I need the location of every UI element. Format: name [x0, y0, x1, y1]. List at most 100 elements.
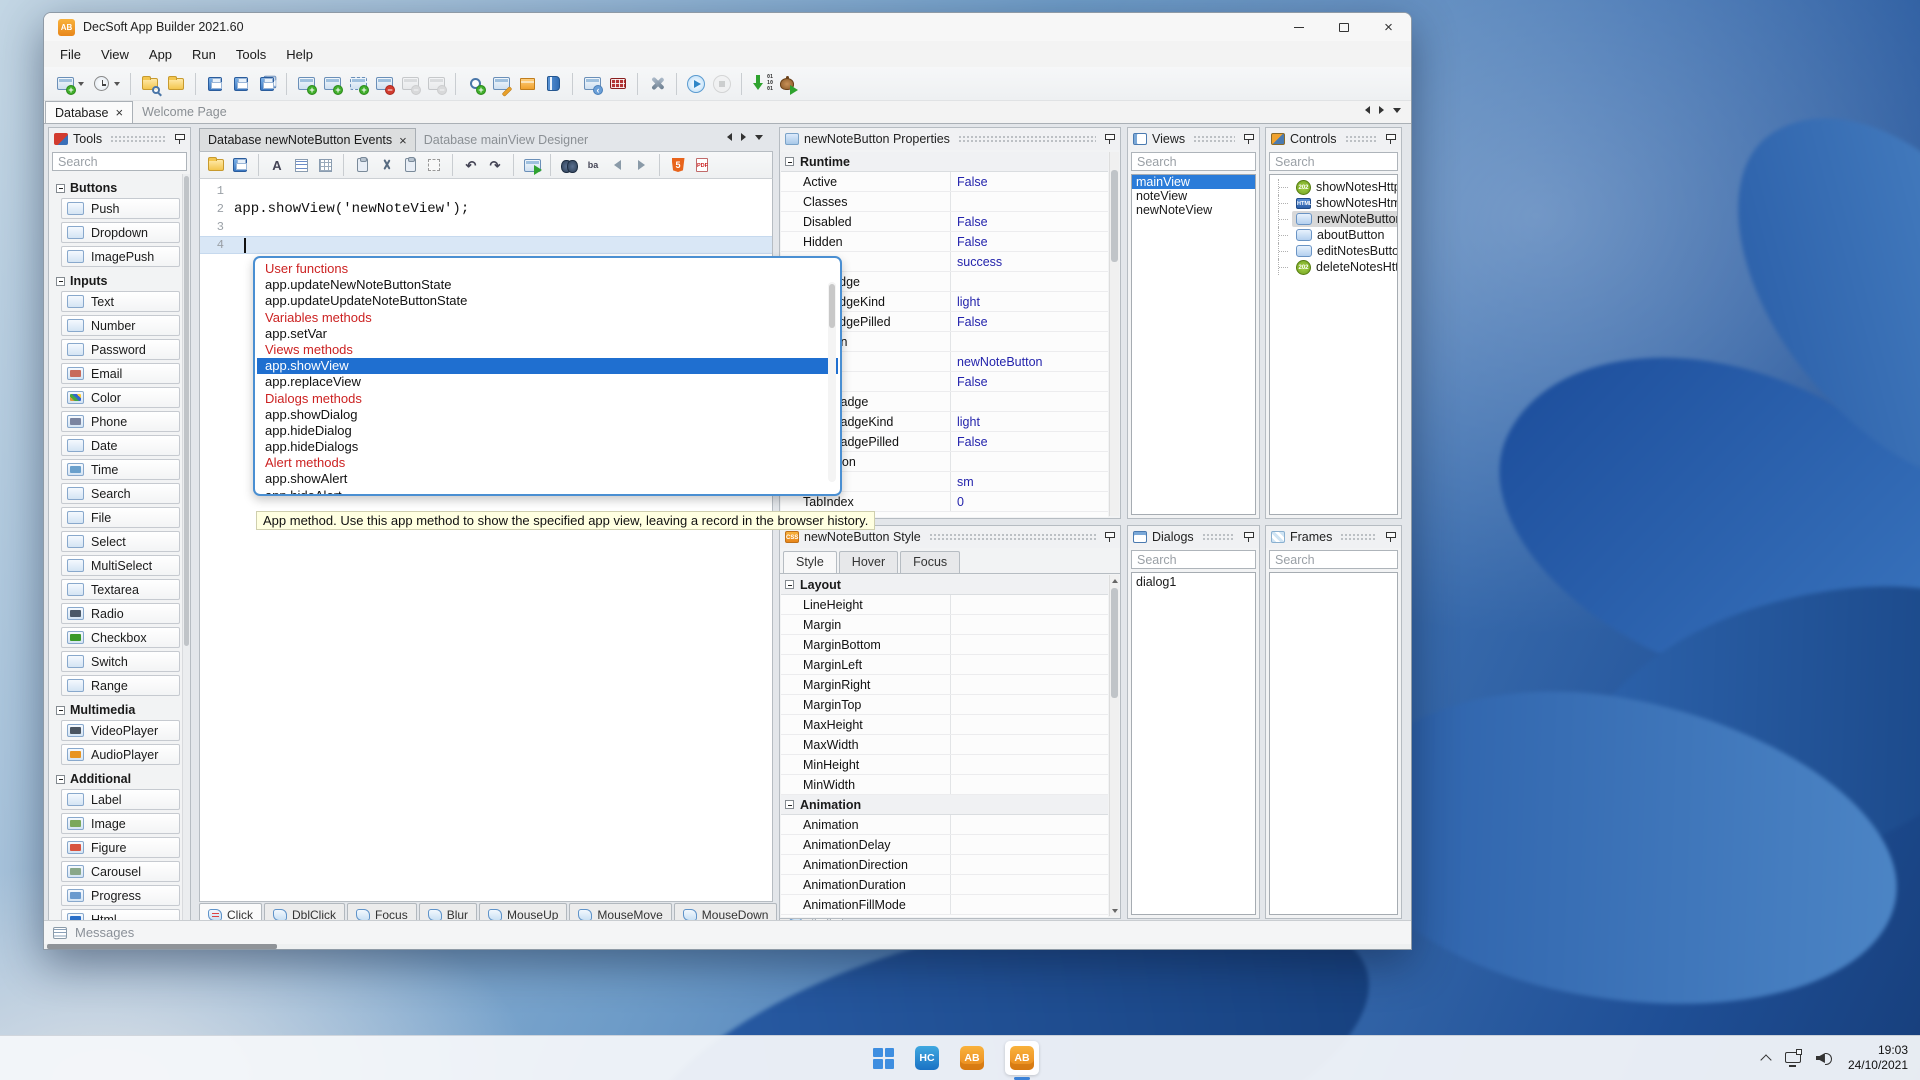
run-app-button[interactable]	[683, 72, 709, 96]
control-aboutbutton[interactable]: aboutButton	[1270, 227, 1397, 243]
control-shownoteshtml[interactable]: HTML showNotesHtml	[1270, 195, 1397, 211]
style-value[interactable]	[950, 655, 1108, 674]
tools-section-additional[interactable]: Additional	[56, 772, 180, 786]
tabs-scroll-right-icon[interactable]	[741, 133, 746, 141]
tools-scrollbar[interactable]	[182, 174, 190, 921]
style-value[interactable]	[950, 775, 1108, 794]
tool-progress[interactable]: Progress	[61, 885, 180, 906]
tool-email[interactable]: Email	[61, 363, 180, 384]
tool-color[interactable]: Color	[61, 387, 180, 408]
tool-imagepush[interactable]: ImagePush	[61, 246, 180, 267]
help-book-button[interactable]	[540, 72, 566, 96]
property-value[interactable]: newNoteButton	[950, 352, 1108, 371]
close-tab-icon[interactable]: ×	[399, 134, 407, 147]
editor-tab-database-mainview-designer[interactable]: Database mainView Designer	[416, 128, 596, 151]
tool-dropdown[interactable]: Dropdown	[61, 222, 180, 243]
property-value[interactable]: False	[950, 432, 1108, 451]
menu-view[interactable]: View	[91, 44, 139, 65]
controls-panel-header[interactable]: Controls	[1266, 128, 1401, 150]
recent-projects-button[interactable]	[88, 72, 114, 96]
autocomplete-item-app-hidedialogs[interactable]: app.hideDialogs	[257, 439, 838, 455]
collapse-icon[interactable]	[56, 183, 65, 193]
compile-app-button[interactable]: 01 10 01	[748, 72, 774, 96]
maximize-button[interactable]	[1321, 13, 1366, 41]
style-value[interactable]	[950, 815, 1108, 834]
scrollbar-thumb[interactable]	[1111, 170, 1118, 262]
menu-file[interactable]: File	[50, 44, 91, 65]
paste-special-button[interactable]	[350, 154, 374, 176]
collapse-icon[interactable]	[56, 774, 65, 784]
code-line-1[interactable]: 1	[200, 182, 772, 200]
bookmarks-button[interactable]	[289, 154, 313, 176]
property-value[interactable]	[950, 392, 1108, 411]
tool-videoplayer[interactable]: VideoPlayer	[61, 720, 180, 741]
style-value[interactable]	[950, 615, 1108, 634]
style-scrollbar[interactable]	[1109, 575, 1119, 916]
tool-image[interactable]: Image	[61, 813, 180, 834]
property-value[interactable]: False	[950, 212, 1108, 231]
scrollbar-thumb[interactable]	[47, 944, 277, 949]
horizontal-scrollbar[interactable]	[44, 944, 1411, 949]
style-value[interactable]	[950, 855, 1108, 874]
property-value[interactable]: False	[950, 372, 1108, 391]
autocomplete-item-app-updateupdatenotebuttonstate[interactable]: app.updateUpdateNoteButtonState	[257, 293, 838, 309]
close-tab-icon[interactable]: ×	[116, 106, 124, 119]
new-resource-button[interactable]: +	[462, 72, 488, 96]
style-row-animationdirection[interactable]: AnimationDirection	[781, 855, 1108, 875]
save-all-button[interactable]	[254, 72, 280, 96]
undo-button[interactable]: ↶	[459, 154, 483, 176]
find-button[interactable]	[557, 154, 581, 176]
find-previous-button[interactable]	[605, 154, 629, 176]
style-value[interactable]	[950, 715, 1108, 734]
edit-resource-button[interactable]	[488, 72, 514, 96]
view-newnoteview[interactable]: newNoteView	[1132, 203, 1255, 217]
pin-icon[interactable]	[174, 133, 185, 145]
tool-checkbox[interactable]: Checkbox	[61, 627, 180, 648]
tool-textarea[interactable]: Textarea	[61, 579, 180, 600]
new-project-dropdown-caret[interactable]	[78, 81, 84, 86]
style-row-animationdelay[interactable]: AnimationDelay	[781, 835, 1108, 855]
editor-tab-database-newnotebutton-events[interactable]: Database newNoteButton Events ×	[199, 128, 416, 151]
scrollbar-thumb[interactable]	[1111, 588, 1118, 698]
collapse-icon[interactable]	[785, 580, 794, 589]
scroll-up-button[interactable]	[1110, 575, 1119, 586]
tool-password[interactable]: Password	[61, 339, 180, 360]
style-row-minheight[interactable]: MinHeight	[781, 755, 1108, 775]
tool-phone[interactable]: Phone	[61, 411, 180, 432]
views-panel-header[interactable]: Views	[1128, 128, 1259, 150]
properties-scrollbar[interactable]	[1109, 152, 1119, 516]
recent-projects-dropdown-caret[interactable]	[114, 81, 120, 86]
replace-button[interactable]: ba	[581, 154, 605, 176]
controls-search-input[interactable]	[1269, 152, 1398, 171]
property-value[interactable]: success	[950, 252, 1108, 271]
tool-search[interactable]: Search	[61, 483, 180, 504]
project-files-button[interactable]	[163, 72, 189, 96]
style-row-marginright[interactable]: MarginRight	[781, 675, 1108, 695]
autocomplete-item-app-updatenewnotebuttonstate[interactable]: app.updateNewNoteButtonState	[257, 277, 838, 293]
delete-view-button[interactable]: −	[371, 72, 397, 96]
style-tab-hover[interactable]: Hover	[838, 551, 899, 573]
style-tab-style[interactable]: Style	[783, 551, 837, 573]
pin-icon[interactable]	[1243, 133, 1254, 145]
style-row-lineheight[interactable]: LineHeight	[781, 595, 1108, 615]
style-value[interactable]	[950, 895, 1108, 914]
code-line-4[interactable]: 4	[200, 236, 772, 254]
new-view-button[interactable]: +	[293, 72, 319, 96]
property-value[interactable]: False	[950, 232, 1108, 251]
autocomplete-scrollbar[interactable]	[828, 282, 836, 482]
dialogs-search-input[interactable]	[1131, 550, 1256, 569]
volume-icon[interactable]	[1816, 1051, 1833, 1065]
style-value[interactable]	[950, 675, 1108, 694]
hidden-icons-chevron-icon[interactable]	[1760, 1054, 1772, 1066]
find-next-button[interactable]	[629, 154, 653, 176]
tool-label[interactable]: Label	[61, 789, 180, 810]
keyboard-shortcuts-button[interactable]	[605, 72, 631, 96]
tool-time[interactable]: Time	[61, 459, 180, 480]
style-row-animation[interactable]: Animation	[781, 815, 1108, 835]
tools-search-input[interactable]	[52, 152, 187, 171]
autocomplete-item-app-hidedialog[interactable]: app.hideDialog	[257, 423, 838, 439]
new-project-button[interactable]: +	[52, 72, 78, 96]
property-value[interactable]	[950, 332, 1108, 351]
code-line-2[interactable]: 2 app.showView('newNoteView');	[200, 200, 772, 218]
style-value[interactable]	[950, 835, 1108, 854]
